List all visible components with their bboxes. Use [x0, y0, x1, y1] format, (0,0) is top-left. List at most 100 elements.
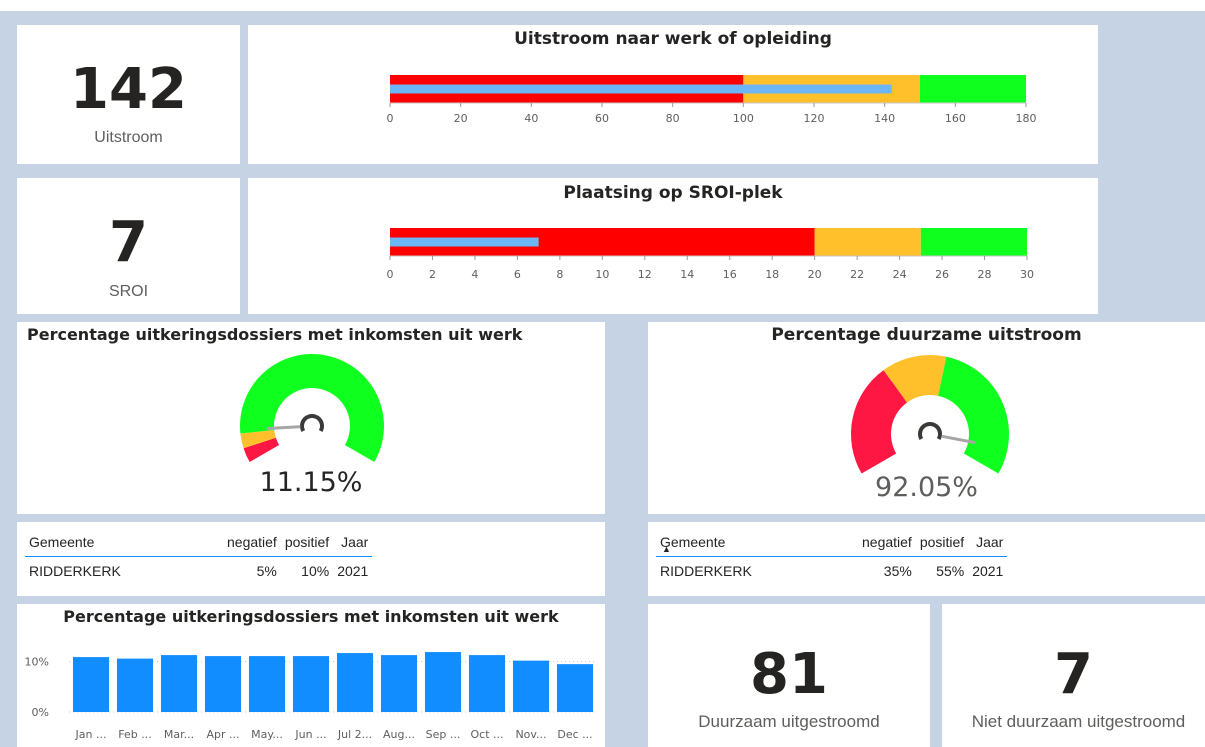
table-cell: 2021	[337, 563, 369, 579]
tick-label: 180	[1016, 112, 1037, 125]
bar	[380, 655, 418, 712]
kpi-card-sroi[interactable]: 7 SROI	[17, 178, 240, 314]
bar	[116, 658, 154, 712]
bar-chart-card[interactable]: Percentage uitkeringsdossiers met inkoms…	[17, 604, 605, 747]
sort-ascending-icon[interactable]: ▲	[662, 545, 671, 554]
tick-label: 28	[978, 268, 992, 281]
tick-label: 10	[595, 268, 609, 281]
tick-label: 30	[1020, 268, 1034, 281]
column-header[interactable]: positief	[915, 528, 969, 557]
bullet-value-bar	[390, 84, 892, 94]
y-tick-label: 0%	[32, 706, 49, 719]
bullet-band	[920, 228, 1027, 256]
bar	[556, 664, 594, 712]
kpi-value: 81	[750, 642, 828, 707]
bar	[160, 655, 198, 712]
tick-label: 14	[680, 268, 694, 281]
gauge-value: 11.15%	[259, 467, 363, 498]
table-row[interactable]: RIDDERKERK 5% 10% 2021	[25, 557, 372, 586]
table-card-left[interactable]: Gemeente negatief positief Jaar RIDDERKE…	[17, 522, 605, 596]
tick-label: 160	[945, 112, 966, 125]
kpi-value: 7	[1054, 642, 1093, 707]
column-header[interactable]: negatief	[858, 528, 916, 557]
column-header[interactable]: Gemeente ▲	[656, 528, 858, 557]
tick-label: 6	[514, 268, 521, 281]
x-tick-label: Sep ...	[426, 728, 461, 741]
tick-label: 2	[429, 268, 436, 281]
table-cell: 10%	[301, 563, 330, 579]
table-card-right[interactable]: Gemeente ▲ negatief positief Jaar RIDDER…	[648, 522, 1205, 596]
matrix-table: Gemeente ▲ negatief positief Jaar RIDDER…	[656, 528, 1008, 586]
bullet-svg: 0 2 4 6 8 10 12 14 16 18 20 22 24 26 28 30	[387, 228, 1034, 281]
bullet-value-bar	[390, 237, 539, 247]
tick-label: 0	[387, 112, 394, 125]
tick-label: 20	[454, 112, 468, 125]
kpi-card-duurzaam[interactable]: 81 Duurzaam uitgestroomd	[648, 604, 930, 747]
bar	[248, 656, 286, 712]
x-tick-label: Jun ...	[294, 728, 326, 741]
table-cell: RIDDERKERK	[29, 563, 121, 579]
tick-label: 0	[387, 268, 394, 281]
kpi-card-niet-duurzaam[interactable]: 7 Niet duurzaam uitgestroomd	[942, 604, 1205, 747]
column-header[interactable]: positief	[280, 528, 334, 557]
tick-label: 24	[893, 268, 907, 281]
bullet-chart-sroi[interactable]: Plaatsing op SROI-plek 0 2 4 6 8 10 12 14 16 18 20…	[248, 178, 1098, 314]
bullet-svg: 0 20 40 60 80 100 120 140 160 180	[387, 75, 1037, 125]
tick-label: 4	[471, 268, 478, 281]
gauge-value: 92.05%	[875, 472, 978, 503]
table-cell: 55%	[936, 563, 965, 579]
kpi-value: 142	[70, 57, 187, 122]
kpi-label: SROI	[108, 283, 149, 300]
tick-label: 60	[595, 112, 609, 125]
tick-label: 12	[638, 268, 652, 281]
bullet-chart-uitstroom[interactable]: Uitstroom naar werk of opleiding 0 20 40 60…	[248, 25, 1098, 164]
x-tick-label: Oct ...	[470, 728, 503, 741]
x-tick-label: Apr ...	[206, 728, 239, 741]
gauge-card-inkomsten[interactable]: Percentage uitkeringsdossiers met inkoms…	[17, 322, 605, 514]
bullet-band	[814, 228, 921, 256]
bullet-band	[920, 75, 1026, 103]
bar	[292, 656, 330, 712]
x-tick-label: Mar...	[164, 728, 194, 741]
gauge-needle	[266, 425, 301, 430]
x-tick-label: Dec ...	[557, 728, 592, 741]
bar	[512, 660, 550, 712]
table-cell: RIDDERKERK	[660, 563, 752, 579]
column-header[interactable]: Gemeente	[25, 528, 223, 557]
table-header-row: Gemeente ▲ negatief positief Jaar	[656, 528, 1008, 557]
tick-label: 26	[935, 268, 949, 281]
tick-label: 16	[723, 268, 737, 281]
bar	[72, 657, 110, 712]
bar	[424, 652, 462, 712]
gauge-hub-icon	[918, 422, 942, 440]
x-tick-label: Nov...	[515, 728, 546, 741]
tick-label: 80	[666, 112, 680, 125]
tick-label: 20	[808, 268, 822, 281]
kpi-card-uitstroom[interactable]: 142 Uitstroom	[17, 25, 240, 164]
table-row[interactable]: RIDDERKERK 35% 55% 2021	[656, 557, 1007, 586]
gauge-card-duurzaam[interactable]: Percentage duurzame uitstroom 92.05%	[648, 322, 1205, 514]
tick-label: 100	[733, 112, 754, 125]
bar-chart-svg: 10% 0% Jan ... Feb ... Mar... Apr ... May... Ju…	[25, 652, 597, 741]
y-tick-label: 10%	[25, 656, 49, 669]
tick-label: 120	[804, 112, 825, 125]
x-tick-label: Feb ...	[118, 728, 151, 741]
table-cell: 2021	[972, 563, 1004, 579]
table-header-row: Gemeente negatief positief Jaar	[25, 528, 373, 557]
matrix-table: Gemeente negatief positief Jaar RIDDERKE…	[25, 528, 373, 586]
table-cell: 5%	[256, 563, 277, 579]
x-tick-label: May...	[251, 728, 283, 741]
table-cell: 35%	[883, 563, 912, 579]
column-header[interactable]: Jaar	[968, 528, 1008, 557]
gauge-band	[938, 356, 1009, 474]
kpi-value: 7	[109, 210, 148, 275]
kpi-label: Duurzaam uitgestroomd	[698, 712, 880, 731]
gauge-hub-icon	[300, 414, 324, 432]
kpi-label: Niet duurzaam uitgestroomd	[971, 712, 1186, 731]
bar	[204, 656, 242, 712]
column-header[interactable]: negatief	[223, 528, 281, 557]
column-header[interactable]: Jaar	[333, 528, 373, 557]
tick-label: 140	[874, 112, 895, 125]
tick-label: 40	[524, 112, 538, 125]
kpi-label: Uitstroom	[94, 129, 163, 146]
